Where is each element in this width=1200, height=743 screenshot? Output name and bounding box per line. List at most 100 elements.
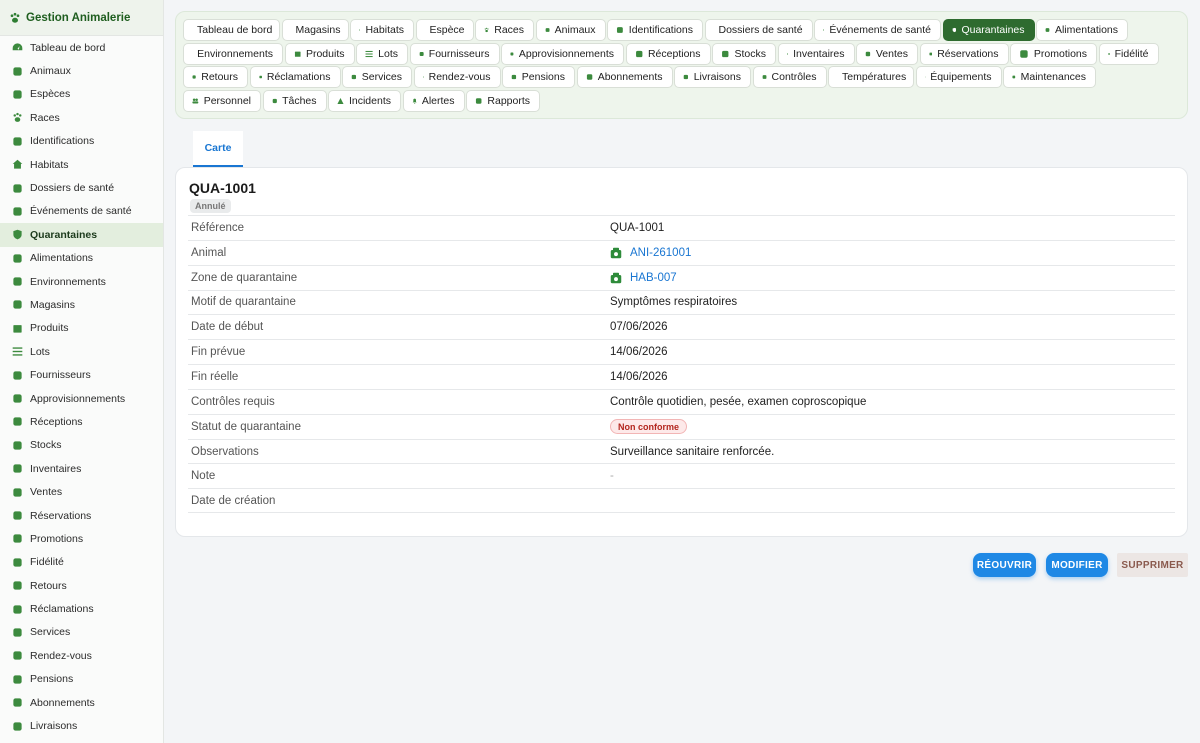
sidebar-item-r-ceptions[interactable]: Réceptions: [0, 410, 163, 433]
tab-row: Tableau de bord Magasins Habitats Espèce Rac…: [183, 19, 1187, 43]
tab-alertes[interactable]: Alertes: [402, 89, 465, 112]
tab-r-clamations[interactable]: Réclamations: [249, 66, 341, 89]
tab-r-servations[interactable]: Réservations: [919, 42, 1009, 65]
tab-identifications[interactable]: Identifications: [607, 19, 703, 41]
sidebar-item-promotions[interactable]: Promotions: [0, 527, 163, 550]
tab-t-ches[interactable]: Tâches: [262, 89, 327, 112]
tab-produits[interactable]: Produits: [284, 42, 355, 65]
sidebar-item-animaux[interactable]: Animaux: [0, 59, 163, 82]
sidebar-item-fournisseurs[interactable]: Fournisseurs: [0, 363, 163, 386]
sidebar-item-tableau-de-bord[interactable]: Tableau de bord: [0, 36, 163, 59]
sidebar-item-identifications[interactable]: Identifications: [0, 130, 163, 153]
sidebar-item-dossiers-de-sant-[interactable]: Dossiers de santé: [0, 176, 163, 199]
sidebar-item-pensions[interactable]: Pensions: [0, 668, 163, 691]
sidebar-item-produits[interactable]: Produits: [0, 317, 163, 340]
tab-livraisons[interactable]: Livraisons: [674, 66, 751, 89]
reopen-button[interactable]: RÉOUVRIR: [973, 553, 1036, 577]
sidebar-item-magasins[interactable]: Magasins: [0, 293, 163, 316]
sidebar-item--v-nements-de-sant-[interactable]: Événements de santé: [0, 200, 163, 223]
tab-approvisionnements[interactable]: Approvisionnements: [501, 42, 624, 65]
tab-magasins[interactable]: Magasins: [281, 19, 349, 41]
tab-contr-les[interactable]: Contrôles: [752, 66, 827, 89]
tab-label: Identifications: [628, 24, 693, 36]
tab-quarantaines[interactable]: Quarantaines: [942, 19, 1035, 41]
tab-pensions[interactable]: Pensions: [502, 66, 575, 89]
tab-rapports[interactable]: Rapports: [466, 89, 540, 112]
utensils-icon: [1045, 28, 1050, 32]
sidebar-item-label: Réceptions: [30, 415, 83, 428]
refresh-icon: [586, 74, 592, 80]
tab-esp-ce[interactable]: Espèce: [415, 19, 474, 41]
tab-tableau-de-bord[interactable]: Tableau de bord: [183, 19, 280, 41]
pie-chart-icon: [475, 98, 482, 104]
sidebar-item-services[interactable]: Services: [0, 621, 163, 644]
sidebar-item-esp-ces[interactable]: Espèces: [0, 83, 163, 106]
sidebar-item-environnements[interactable]: Environnements: [0, 270, 163, 293]
tab-label: Retours: [201, 71, 238, 84]
tab--quipements[interactable]: Équipements: [915, 66, 1002, 89]
linked-record[interactable]: ANI-261001: [610, 247, 691, 259]
sidebar-item-approvisionnements[interactable]: Approvisionnements: [0, 387, 163, 410]
sidebar-item-lots[interactable]: Lots: [0, 340, 163, 363]
tab-races[interactable]: Races: [475, 19, 534, 41]
tab-personnel[interactable]: Personnel: [183, 89, 261, 112]
sidebar-item-label: Tableau de bord: [30, 41, 106, 54]
tab-habitats[interactable]: Habitats: [350, 19, 414, 41]
sidebar-item-ventes[interactable]: Ventes: [0, 480, 163, 503]
detail-label: Observations: [191, 445, 259, 458]
sidebar-item-livraisons[interactable]: Livraisons: [0, 714, 163, 737]
tab-rendez-vous[interactable]: Rendez-vous: [413, 66, 501, 89]
delete-button[interactable]: SUPPRIMER: [1117, 553, 1188, 577]
thermometer-icon: [13, 277, 22, 286]
tab-environnements[interactable]: Environnements: [183, 42, 283, 65]
tab-maintenances[interactable]: Maintenances: [1003, 66, 1096, 89]
sidebar-item-r-clamations[interactable]: Réclamations: [0, 597, 163, 620]
sidebar-item-r-servations[interactable]: Réservations: [0, 504, 163, 527]
tab-animaux[interactable]: Animaux: [535, 19, 606, 41]
tab-card[interactable]: Carte: [193, 131, 243, 167]
tab-label: Réceptions: [647, 47, 701, 60]
linked-record[interactable]: HAB-007: [610, 272, 677, 284]
tab--v-nements-de-sant-[interactable]: Événements de santé: [814, 19, 941, 41]
tab-dossiers-de-sant-[interactable]: Dossiers de santé: [704, 19, 813, 41]
tags-icon: [1020, 49, 1028, 58]
tab-incidents[interactable]: Incidents: [328, 89, 401, 112]
clipboard-icon: [762, 75, 766, 80]
sidebar-item-stocks[interactable]: Stocks: [0, 434, 163, 457]
tab-promotions[interactable]: Promotions: [1010, 42, 1097, 65]
sidebar-item-habitats[interactable]: Habitats: [0, 153, 163, 176]
tab-temp-ratures[interactable]: Températures: [828, 66, 914, 89]
sidebar-item-alimentations[interactable]: Alimentations: [0, 247, 163, 270]
dna-icon: [13, 90, 22, 99]
tab-fournisseurs[interactable]: Fournisseurs: [409, 42, 500, 65]
tab-r-ceptions[interactable]: Réceptions: [625, 42, 711, 65]
shield-icon: [13, 230, 22, 240]
tab-alimentations[interactable]: Alimentations: [1036, 19, 1128, 41]
tab-label: Dossiers de santé: [718, 24, 803, 36]
sidebar-item-abonnements[interactable]: Abonnements: [0, 691, 163, 714]
detail-row: Contrôles requis Contrôle quotidien, pesé…: [188, 388, 1175, 414]
tab-fid-lit-[interactable]: Fidélité: [1098, 42, 1159, 65]
sidebar-item-rendez-vous[interactable]: Rendez-vous: [0, 644, 163, 667]
tab-lots[interactable]: Lots: [356, 42, 408, 65]
sidebar-item-label: Dossiers de santé: [30, 182, 115, 195]
tab-abonnements[interactable]: Abonnements: [576, 66, 673, 89]
sidebar-item-fid-lit-[interactable]: Fidélité: [0, 551, 163, 574]
sidebar-item-inventaires[interactable]: Inventaires: [0, 457, 163, 480]
app-brand[interactable]: Gestion Animalerie: [0, 0, 163, 36]
tab-ventes[interactable]: Ventes: [856, 42, 918, 65]
tab-inventaires[interactable]: Inventaires: [777, 42, 855, 65]
linked-record-value: ANI-261001: [630, 246, 692, 259]
tab-retours[interactable]: Retours: [183, 66, 248, 89]
tab-services[interactable]: Services: [342, 66, 412, 89]
tab-label: Habitats: [365, 24, 404, 36]
dolly-icon: [13, 417, 22, 427]
tab-stocks[interactable]: Stocks: [712, 42, 776, 65]
sidebar-item-retours[interactable]: Retours: [0, 574, 163, 597]
sidebar-item-quarantaines[interactable]: Quarantaines: [0, 223, 163, 247]
sidebar-item-label: Réservations: [30, 509, 92, 522]
sidebar-item-races[interactable]: Races: [0, 106, 163, 129]
tab-label: Alertes: [421, 94, 455, 107]
comment-icon: [258, 75, 262, 79]
edit-button[interactable]: MODIFIER: [1046, 553, 1108, 577]
